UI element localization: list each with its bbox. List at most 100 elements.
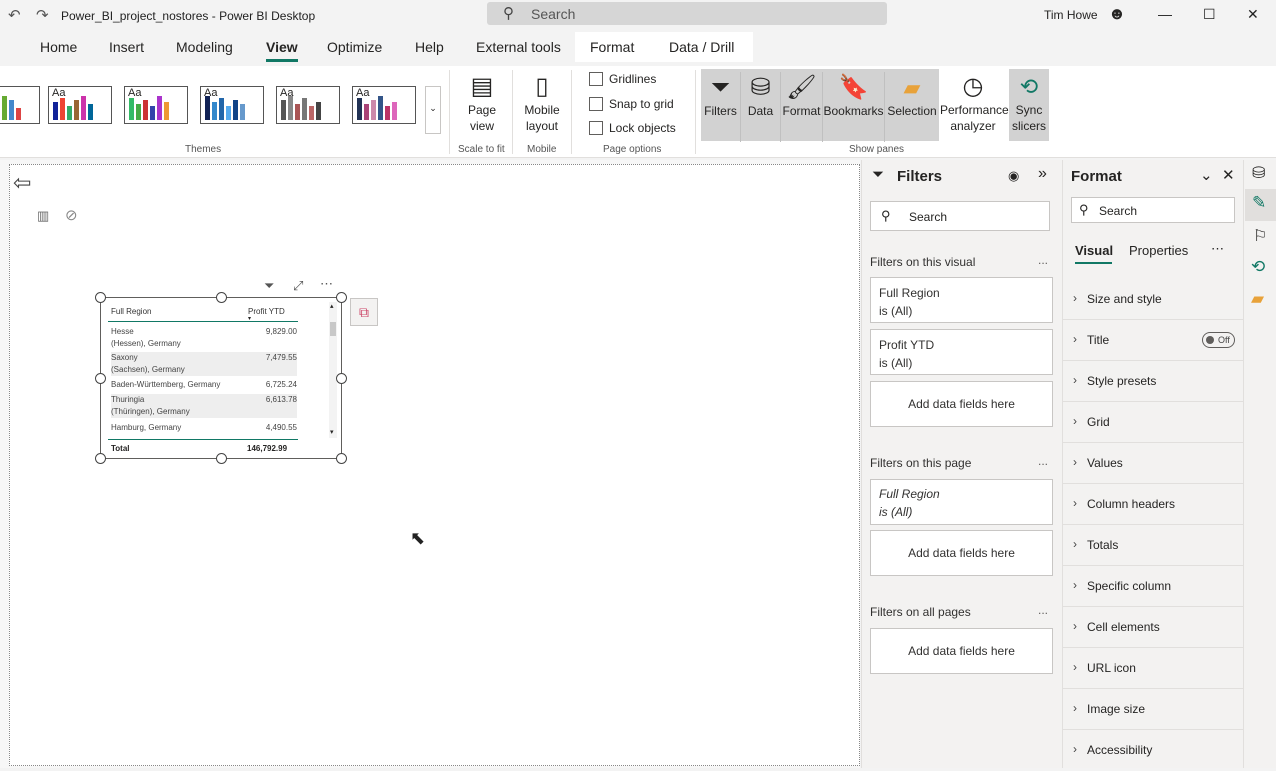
section-values[interactable]: › Values: [1063, 443, 1244, 484]
scroll-down-icon[interactable]: ▾: [330, 428, 334, 436]
scrollbar[interactable]: ▴ ▾: [329, 302, 337, 438]
format-rail-button[interactable]: ✎: [1245, 189, 1276, 221]
visual-chart-icon[interactable]: ▥: [37, 208, 49, 224]
smart-narrative-icon[interactable]: ⧉: [350, 298, 378, 326]
add-data-fields-drop-zone[interactable]: Add data fields here: [870, 628, 1053, 674]
theme-swatch[interactable]: Aa: [276, 86, 340, 124]
tab-data-drill[interactable]: Data / Drill: [669, 39, 734, 55]
section-totals[interactable]: › Totals: [1063, 525, 1244, 566]
title-search-box[interactable]: ⚲ Search: [487, 2, 887, 25]
resize-handle[interactable]: [95, 292, 106, 303]
tab-view[interactable]: View: [266, 39, 298, 62]
tab-external-tools[interactable]: External tools: [476, 39, 561, 55]
theme-swatch[interactable]: Aa: [352, 86, 416, 124]
user-avatar-icon[interactable]: ☻: [1108, 4, 1126, 24]
filter-card[interactable]: Profit YTD is (All): [870, 329, 1053, 375]
section-cell-elements[interactable]: › Cell elements: [1063, 607, 1244, 648]
table-visual[interactable]: Full Region Profit YTD ▾ Hesse (Hessen), …: [100, 297, 342, 459]
report-page[interactable]: ⇦ ▥ ⊘: [9, 164, 860, 766]
lock-objects-checkbox[interactable]: Lock objects: [589, 121, 676, 135]
collapse-pane-icon[interactable]: »: [1038, 165, 1047, 183]
snap-to-grid-checkbox[interactable]: Snap to grid: [589, 97, 674, 111]
more-options-icon[interactable]: ...: [1038, 603, 1048, 617]
filters-search-input[interactable]: ⚲ Search: [870, 201, 1050, 231]
section-style-presets[interactable]: › Style presets: [1063, 361, 1244, 402]
section-specific-column[interactable]: › Specific column: [1063, 566, 1244, 607]
section-title[interactable]: › Title Off: [1063, 320, 1244, 361]
eye-icon[interactable]: ◉: [1008, 168, 1019, 184]
section-column-headers[interactable]: › Column headers: [1063, 484, 1244, 525]
resize-handle[interactable]: [336, 453, 347, 464]
resize-handle[interactable]: [216, 292, 227, 303]
user-name[interactable]: Tim Howe: [1044, 8, 1098, 22]
redo-icon[interactable]: ↷: [36, 6, 49, 24]
add-data-fields-drop-zone[interactable]: Add data fields here: [870, 381, 1053, 427]
section-accessibility[interactable]: › Accessibility: [1063, 730, 1244, 771]
database-icon[interactable]: ⛁: [1252, 163, 1265, 183]
tab-visual[interactable]: Visual: [1075, 243, 1113, 258]
filter-card[interactable]: Full Region is (All): [870, 277, 1053, 323]
gridlines-checkbox[interactable]: Gridlines: [589, 72, 656, 86]
mobile-layout-button[interactable]: ▯ Mobile layout: [520, 72, 564, 134]
close-icon[interactable]: ✕: [1247, 6, 1259, 23]
close-icon[interactable]: ✕: [1222, 166, 1235, 184]
minimize-icon[interactable]: —: [1158, 6, 1172, 22]
undo-icon[interactable]: ↶: [8, 6, 21, 24]
theme-swatch[interactable]: Aa: [48, 86, 112, 124]
format-search-input[interactable]: ⚲ Search: [1071, 197, 1235, 223]
focus-mode-icon[interactable]: ⤢: [293, 278, 303, 294]
scroll-up-icon[interactable]: ▴: [330, 302, 334, 310]
page-view-button[interactable]: ▤ Page view: [460, 72, 504, 134]
visual-filter-icon[interactable]: ⏷: [264, 278, 274, 294]
col-header-region[interactable]: Full Region: [111, 307, 151, 316]
bookmark-icon[interactable]: ⚐: [1253, 226, 1267, 246]
sync-slicers-button[interactable]: ⟲ Sync slicers: [1009, 69, 1049, 141]
table-row[interactable]: Saxony (Sachsen), Germany 7,479.55: [111, 352, 297, 376]
tab-modeling[interactable]: Modeling: [176, 39, 233, 55]
filters-pane-button[interactable]: ⏷ Filters: [701, 72, 741, 142]
table-row[interactable]: Baden-Württemberg, Germany 6,725.24: [111, 379, 297, 391]
performance-analyzer-button[interactable]: ◷ Performance analyzer: [940, 72, 1009, 134]
sync-icon[interactable]: ⟲: [1251, 257, 1265, 277]
bookmarks-pane-button[interactable]: 🔖 Bookmarks: [823, 72, 885, 142]
section-size-and-style[interactable]: › Size and style: [1063, 279, 1244, 320]
resize-handle[interactable]: [95, 453, 106, 464]
add-data-fields-drop-zone[interactable]: Add data fields here: [870, 530, 1053, 576]
maximize-icon[interactable]: ☐: [1203, 6, 1216, 23]
tab-properties[interactable]: Properties: [1129, 243, 1188, 258]
tab-optimize[interactable]: Optimize: [327, 39, 382, 55]
format-pane-button[interactable]: 🖌 Format: [781, 72, 823, 142]
section-grid[interactable]: › Grid: [1063, 402, 1244, 443]
block-icon[interactable]: ⊘: [65, 206, 78, 224]
table-row[interactable]: Hamburg, Germany 4,490.55: [111, 422, 297, 434]
table-row[interactable]: Thuringia (Thüringen), Germany 6,613.78: [111, 394, 297, 418]
more-options-icon[interactable]: ⋯: [320, 276, 333, 292]
col-header-profit[interactable]: Profit YTD: [248, 307, 285, 316]
theme-swatch[interactable]: Aa: [200, 86, 264, 124]
section-url-icon[interactable]: › URL icon: [1063, 648, 1244, 689]
page-view-icon: ▤: [470, 73, 494, 100]
more-options-icon[interactable]: ...: [1038, 454, 1048, 468]
selection-icon[interactable]: ▰: [1251, 289, 1264, 309]
selection-pane-button[interactable]: ▰ Selection: [885, 72, 939, 142]
resize-handle[interactable]: [336, 373, 347, 384]
scroll-thumb[interactable]: [330, 322, 336, 336]
tab-home[interactable]: Home: [40, 39, 77, 55]
tab-help[interactable]: Help: [415, 39, 444, 55]
chevron-down-icon[interactable]: ⌄: [1200, 166, 1213, 184]
theme-swatch[interactable]: Aa: [0, 86, 40, 124]
theme-swatch[interactable]: Aa: [124, 86, 188, 124]
section-image-size[interactable]: › Image size: [1063, 689, 1244, 730]
data-pane-button[interactable]: ⛁ Data: [741, 72, 781, 142]
resize-handle[interactable]: [216, 453, 227, 464]
back-arrow-icon[interactable]: ⇦: [13, 170, 31, 196]
resize-handle[interactable]: [336, 292, 347, 303]
tab-insert[interactable]: Insert: [109, 39, 144, 55]
tab-format[interactable]: Format: [590, 39, 634, 55]
table-row[interactable]: Hesse (Hessen), Germany 9,829.00: [111, 326, 297, 350]
themes-expand-icon[interactable]: ⌄: [425, 86, 441, 134]
filter-card[interactable]: Full Region is (All): [870, 479, 1053, 525]
more-options-icon[interactable]: ...: [1038, 253, 1048, 267]
more-options-icon[interactable]: ⋯: [1211, 241, 1224, 257]
resize-handle[interactable]: [95, 373, 106, 384]
